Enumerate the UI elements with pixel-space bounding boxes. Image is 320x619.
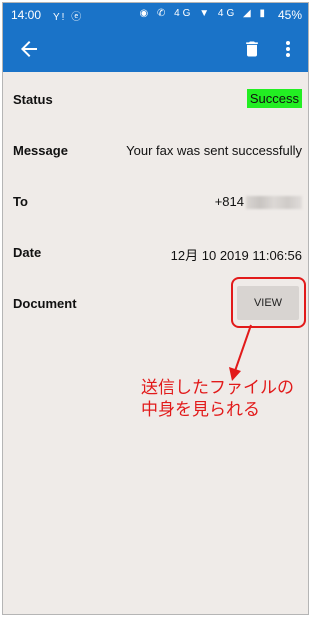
status-badge: Success: [246, 89, 302, 108]
message-row: Message Your fax was sent successfully: [3, 136, 308, 166]
document-label: Document: [13, 296, 77, 311]
message-value: Your fax was sent successfully: [126, 143, 302, 158]
app-toolbar: [3, 27, 308, 72]
redacted-number: [246, 196, 302, 210]
trash-icon[interactable]: [242, 37, 262, 61]
annotation-text: 送信したファイルの 中身を見られる: [141, 377, 294, 421]
annotation-arrow-icon: [229, 324, 252, 381]
notification-icons: Y! ⓔ: [53, 12, 84, 23]
system-status-bar: 14:00 Y! ⓔ ◉ ✆ 4G ▼ 4G ◢ ▮ 45%: [3, 3, 308, 27]
annotation-highlight-box: [231, 277, 306, 328]
to-value: +814: [214, 194, 302, 210]
phone-number: +814: [214, 194, 244, 209]
phone-screen: 14:00 Y! ⓔ ◉ ✆ 4G ▼ 4G ◢ ▮ 45% Status Su…: [2, 2, 309, 615]
signal-icons: ◉ ✆ 4G ▼ 4G ◢ ▮: [139, 8, 268, 19]
status-label: Status: [13, 92, 53, 107]
clock: 14:00: [11, 8, 42, 22]
more-vert-icon[interactable]: [280, 37, 296, 61]
status-row: Status Success: [3, 85, 308, 115]
annotation-line-1: 送信したファイルの: [141, 378, 294, 397]
annotation-line-2: 中身を見られる: [141, 400, 260, 419]
date-row: Date 12月 10 2019 11:06:56: [3, 238, 308, 268]
arrow-left-icon[interactable]: [17, 37, 41, 61]
date-label: Date: [13, 245, 42, 260]
to-label: To: [13, 194, 28, 209]
to-row: To +814: [3, 187, 308, 217]
battery-level: 45%: [277, 8, 302, 22]
message-label: Message: [13, 143, 68, 158]
date-value: 12月 10 2019 11:06:56: [170, 248, 302, 263]
